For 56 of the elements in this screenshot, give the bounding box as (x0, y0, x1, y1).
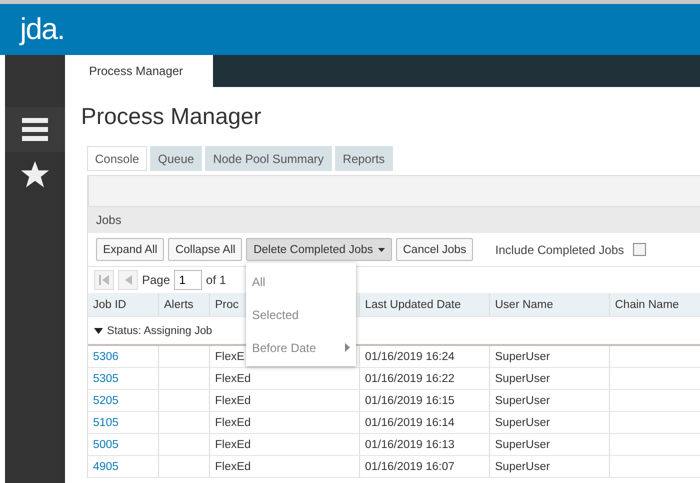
table-cell: 01/16/2019 16:15 (360, 390, 490, 411)
job-id-link[interactable]: 5306 (88, 346, 159, 367)
logo: jda. (20, 12, 64, 46)
group-label: Status: Assigning Job (107, 324, 212, 336)
panel-header: Jobs (88, 207, 700, 233)
menu-item[interactable]: All (246, 265, 356, 298)
menu-item[interactable]: Selected (246, 298, 356, 331)
column-header[interactable]: Alerts (159, 293, 210, 316)
table-cell: 01/16/2019 16:07 (360, 456, 490, 477)
tab[interactable]: Reports (334, 146, 393, 171)
caret-icon (378, 248, 385, 252)
table-cell: 01/16/2019 16:13 (360, 434, 490, 455)
column-header[interactable]: Chain Name (610, 293, 700, 316)
table-cell: 01/16/2019 16:14 (360, 412, 490, 433)
page-title: Process Manager (81, 103, 262, 131)
expanded-caret-icon[interactable] (94, 328, 103, 334)
page-label: Page (142, 273, 170, 287)
previous-icon (124, 275, 132, 285)
table-cell: SuperUser (490, 434, 610, 455)
submenu-arrow-icon (345, 343, 350, 352)
tab[interactable]: Node Pool Summary (205, 146, 332, 171)
job-id-link[interactable]: 5305 (88, 368, 159, 389)
table-cell: FlexEd (210, 434, 360, 455)
app-tab[interactable]: Process Manager (65, 55, 213, 87)
toolbar-button[interactable]: Cancel Jobs (396, 238, 474, 261)
column-header[interactable]: Last Updated Date (360, 293, 490, 316)
tab[interactable]: Queue (150, 146, 202, 171)
tab[interactable]: Console (87, 146, 148, 171)
column-header[interactable]: Job ID (88, 293, 159, 316)
toolbar-button[interactable]: Collapse All (168, 238, 242, 261)
table-cell: SuperUser (490, 346, 610, 367)
table-cell: FlexEd (210, 390, 360, 411)
table-cell: SuperUser (490, 390, 610, 411)
table-cell: FlexEd (210, 456, 360, 477)
table-cell: FlexEd (210, 412, 360, 433)
table-cell: 01/16/2019 16:22 (360, 368, 490, 389)
table-cell: FlexEd (210, 368, 360, 389)
page-count: of 1 (206, 273, 226, 287)
checkbox[interactable] (633, 243, 646, 256)
page-input[interactable]: 1 (174, 270, 202, 290)
table-cell: 01/16/2019 16:24 (360, 346, 490, 367)
table-cell: SuperUser (490, 412, 610, 433)
dropdown-button[interactable]: Delete Completed Jobs (246, 238, 392, 261)
job-id-link[interactable]: 5205 (88, 390, 159, 411)
column-header[interactable]: User Name (490, 293, 610, 316)
table-cell: SuperUser (490, 368, 610, 389)
checkbox-label: Include Completed Jobs (495, 242, 624, 256)
table-cell: SuperUser (490, 456, 610, 477)
job-id-link[interactable]: 4905 (88, 456, 159, 477)
first-page-icon (99, 275, 109, 285)
toolbar-button[interactable]: Expand All (96, 238, 164, 261)
menu-button[interactable] (5, 107, 65, 152)
menu-icon (22, 116, 48, 142)
star-icon (21, 161, 49, 188)
job-id-link[interactable]: 5005 (88, 434, 159, 455)
job-id-link[interactable]: 5105 (88, 412, 159, 433)
